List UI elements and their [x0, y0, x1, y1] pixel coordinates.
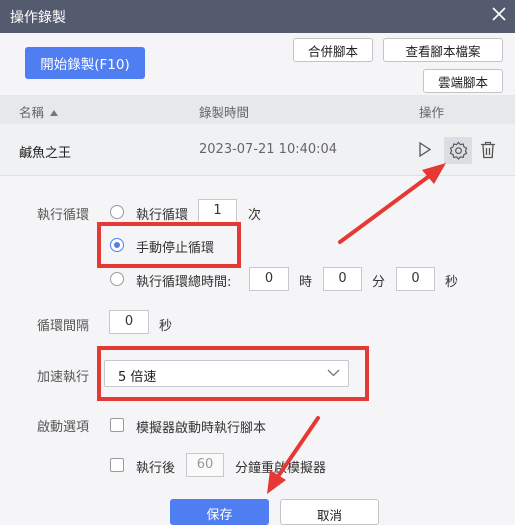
arrow-to-settings: [338, 163, 446, 244]
annotation-arrows: [267, 163, 446, 494]
arrow-to-save: [267, 416, 320, 494]
